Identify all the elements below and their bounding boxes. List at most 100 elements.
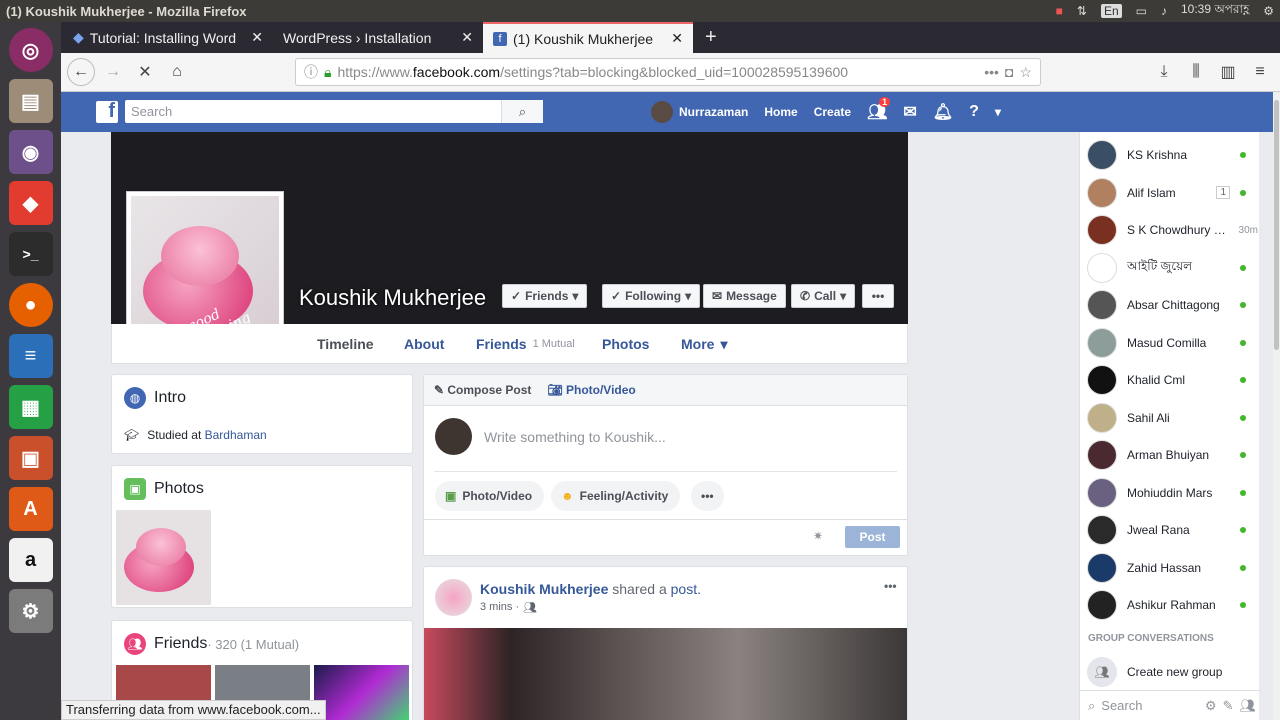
url-text[interactable]: https://www.facebook.com/settings?tab=bl… — [337, 64, 978, 80]
tab-tutorial[interactable]: ◆ Tutorial: Installing Word ✕ — [63, 22, 273, 53]
help-icon[interactable]: ? — [961, 92, 987, 132]
settings-icon[interactable]: ⚙ — [8, 589, 53, 633]
chevron-down-icon[interactable]: ▾ — [987, 92, 1009, 132]
messenger-icon[interactable]: ✉ — [895, 92, 924, 132]
scrollbar[interactable] — [1273, 92, 1280, 720]
search-icon[interactable]: ⌕ — [501, 100, 543, 123]
network-icon[interactable]: ⇅ — [1077, 4, 1087, 18]
chat-contact[interactable]: S K Chowdhury Ma... 30m — [1080, 212, 1260, 248]
profile-link[interactable]: Nurrazaman — [643, 92, 756, 132]
chat-contact[interactable]: Mohiuddin Mars — [1080, 475, 1260, 511]
following-button[interactable]: ✓ Following ▾ — [602, 284, 701, 308]
anydesk-icon[interactable]: ◆ — [8, 181, 53, 225]
page-actions-icon[interactable]: ••• — [984, 64, 999, 80]
chat-contact[interactable]: আইটি জুয়েল — [1080, 250, 1260, 286]
battery-icon[interactable]: ▭ — [1136, 4, 1147, 18]
facebook-logo[interactable]: f — [96, 100, 118, 123]
more-button[interactable]: ••• — [691, 481, 724, 511]
chat-search-input[interactable]: ⌕ Search ⚙ ✎ 👥︎ — [1080, 690, 1260, 720]
bell-icon[interactable]: 🔔︎ — [925, 92, 961, 132]
camera-icon[interactable]: ■ — [1056, 4, 1063, 18]
chat-contact[interactable]: KS Krishna — [1080, 137, 1260, 173]
diamond-icon: ◆ — [73, 29, 84, 45]
settings-icon[interactable]: ✷ — [813, 529, 823, 543]
tab-about[interactable]: About — [404, 324, 444, 364]
clock[interactable]: 10:39 অপরাহ্ণ — [1181, 1, 1249, 21]
photo-video-tab[interactable]: 📷︎ Photo/Video — [547, 383, 635, 397]
chat-contact[interactable]: Alif Islam 1 — [1080, 175, 1260, 211]
chat-contact[interactable]: Masud Comilla — [1080, 325, 1260, 361]
compose-icon[interactable]: ✎ — [1223, 698, 1234, 714]
fb-search-input[interactable]: Search ⌕ — [125, 100, 543, 123]
post-options-icon[interactable]: ••• — [884, 579, 897, 593]
post-image[interactable] — [424, 628, 907, 720]
tab-photos[interactable]: Photos — [602, 324, 649, 364]
close-icon[interactable]: ✕ — [251, 29, 263, 46]
friends-button[interactable]: ✓ Friends ▾ — [502, 284, 588, 308]
create-link[interactable]: Create — [806, 92, 859, 132]
software-center-icon[interactable]: A — [8, 487, 53, 531]
call-button[interactable]: ✆ Call ▾ — [791, 284, 856, 308]
chat-contact[interactable]: Absar Chittagong — [1080, 287, 1260, 323]
pocket-icon[interactable]: ◘ — [1005, 64, 1013, 80]
keyboard-indicator[interactable]: En — [1100, 4, 1122, 18]
create-group-button[interactable]: 👥︎ Create new group — [1080, 654, 1260, 690]
close-icon[interactable]: ✕ — [671, 30, 683, 47]
friend-requests-icon[interactable]: 👥︎ 1 — [859, 92, 895, 132]
amazon-icon[interactable]: a — [8, 538, 53, 582]
library-icon[interactable]: ⫼ — [1182, 58, 1210, 86]
tab-timeline[interactable]: Timeline — [317, 324, 374, 364]
post-time[interactable]: 3 mins · — [480, 601, 519, 614]
photo-thumbnail[interactable] — [116, 510, 211, 605]
chat-contact[interactable]: Ashikur Rahman — [1080, 587, 1260, 623]
message-button[interactable]: ✉ Message — [703, 284, 786, 308]
stop-button[interactable]: ✕ — [131, 58, 159, 86]
friend-thumbnail[interactable] — [314, 665, 409, 720]
feeling-activity-button[interactable]: ☻ Feeling/Activity — [551, 481, 681, 511]
gear-icon[interactable]: ⚙ — [1263, 4, 1274, 18]
more-options-button[interactable]: ••• — [862, 284, 894, 308]
avatar[interactable] — [435, 579, 472, 616]
back-button[interactable]: ← — [67, 58, 95, 86]
tab-more[interactable]: More ▾ — [681, 324, 727, 364]
files-icon[interactable]: ▤ — [8, 79, 53, 123]
tab-friends[interactable]: Friends 1 Mutual — [476, 324, 575, 364]
chat-contact[interactable]: Zahid Hassan — [1080, 550, 1260, 586]
menu-icon[interactable]: ≡ — [1246, 58, 1274, 86]
terminal-icon[interactable]: >_ — [8, 232, 53, 276]
photo-video-button[interactable]: ▣ Photo/Video — [435, 481, 545, 511]
home-link[interactable]: Home — [756, 92, 805, 132]
post-author[interactable]: Koushik Mukherjee — [480, 581, 608, 597]
composer-input[interactable]: Write something to Koushik... — [484, 429, 666, 445]
volume-icon[interactable]: ♪ — [1161, 4, 1167, 18]
forward-button[interactable]: → — [99, 58, 127, 86]
chat-contact[interactable]: Jweal Rana — [1080, 512, 1260, 548]
media-icon[interactable]: ◉ — [8, 130, 53, 174]
friends-title[interactable]: Friends — [154, 635, 207, 653]
url-bar[interactable]: ⓘ 🔒︎ https://www.facebook.com/settings?t… — [295, 58, 1041, 86]
contact-name: আইটি জুয়েল — [1127, 258, 1193, 273]
gear-icon[interactable]: ⚙ — [1205, 698, 1217, 714]
chat-contact[interactable]: Khalid Cml — [1080, 362, 1260, 398]
compose-post-tab[interactable]: ✎ Compose Post — [434, 383, 531, 397]
school-link[interactable]: Bardhaman — [205, 428, 267, 442]
writer-icon[interactable]: ≡ — [8, 334, 53, 378]
info-icon[interactable]: ⓘ — [304, 62, 318, 82]
tab-facebook[interactable]: f (1) Koushik Mukherjee ✕ — [483, 22, 693, 53]
calc-icon[interactable]: ▦ — [8, 385, 53, 429]
close-icon[interactable]: ✕ — [461, 29, 473, 46]
tab-wordpress[interactable]: WordPress › Installation ✕ — [273, 22, 483, 53]
home-button[interactable]: ⌂ — [163, 58, 191, 86]
post-object-link[interactable]: post. — [671, 581, 701, 597]
impress-icon[interactable]: ▣ — [8, 436, 53, 480]
ubuntu-icon[interactable]: ◎ — [8, 28, 53, 72]
firefox-icon[interactable]: ● — [8, 283, 53, 327]
bookmark-star-icon[interactable]: ☆ — [1019, 64, 1032, 81]
downloads-icon[interactable]: ⤓ — [1150, 58, 1178, 86]
chat-contact[interactable]: Sahil Ali — [1080, 400, 1260, 436]
post-button[interactable]: Post — [845, 526, 900, 548]
chat-contact[interactable]: Arman Bhuiyan — [1080, 437, 1260, 473]
sidebar-icon[interactable]: ▥ — [1214, 58, 1242, 86]
new-tab-button[interactable]: + — [693, 22, 729, 53]
add-group-icon[interactable]: 👥︎ — [1239, 698, 1256, 714]
